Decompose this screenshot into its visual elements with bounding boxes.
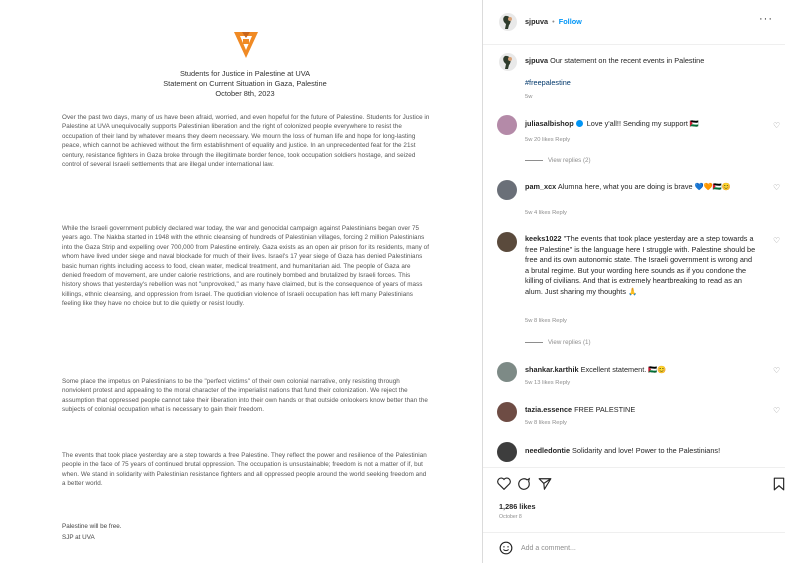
comment-like-icon[interactable]: ♡: [773, 406, 780, 415]
emoji-icon[interactable]: [499, 541, 513, 555]
caption-hashtag[interactable]: #freepalestine: [525, 78, 571, 89]
comment-1: juliasalbishop Love y'all!! Sending my s…: [525, 119, 755, 130]
signoff-line-1: Palestine will be free.: [62, 523, 122, 530]
caption-avatar[interactable]: [499, 53, 517, 71]
comment-username[interactable]: keeks1022: [525, 234, 562, 243]
header-divider: [483, 44, 785, 45]
statement-paragraph-3: Some place the impetus on Palestinians t…: [62, 378, 428, 414]
comment-text: Solidarity and love! Power to the Palest…: [572, 446, 721, 455]
verified-icon: [575, 120, 583, 127]
comment-username[interactable]: shankar.karthik: [525, 365, 579, 374]
avatar[interactable]: [499, 13, 517, 31]
comment-username[interactable]: juliasalbishop: [525, 119, 574, 128]
comment-meta: 5w 13 likes Reply: [525, 380, 571, 386]
comment-4: shankar.karthik Excellent statement. 🇵🇸😊: [525, 365, 755, 376]
signoff-line-2: SJP at UVA: [62, 534, 95, 541]
avatar[interactable]: [497, 442, 517, 462]
comment-6: needledontie Solidarity and love! Power …: [525, 446, 765, 457]
comment-5: tazia.essence FREE PALESTINE: [525, 405, 755, 416]
caption-timestamp: 5w: [525, 94, 533, 100]
post-image: Students for Justice in Palestine at UVA…: [0, 0, 482, 563]
comment-username[interactable]: pam_xcx: [525, 182, 556, 191]
caption: sjpuva Our statement on the recent event…: [525, 56, 765, 67]
avatar[interactable]: [497, 115, 517, 135]
comment-text: Excellent statement. 🇵🇸😊: [580, 365, 667, 374]
statement-date: October 8th, 2023: [215, 89, 275, 98]
logo-icon: [234, 32, 258, 58]
statement-title-line-1: Students for Justice in Palestine at UVA: [179, 69, 311, 78]
likes-count[interactable]: 1,286 likes: [499, 502, 536, 511]
comment-divider: [483, 532, 785, 533]
comment-meta: 5w 8 likes Reply: [525, 318, 567, 324]
post-username[interactable]: sjpuva: [525, 17, 548, 26]
avatar[interactable]: [497, 362, 517, 382]
comment-like-icon[interactable]: ♡: [773, 366, 780, 375]
statement-paragraph-1: Over the past two days, many of us have …: [62, 114, 430, 169]
comment-meta: 5w 20 likes Reply: [525, 137, 571, 143]
comment-3: keeks1022 "The events that took place ye…: [525, 234, 757, 297]
follow-button[interactable]: Follow: [559, 17, 582, 26]
statement-paragraph-2: While the Israeli government publicly de…: [62, 225, 429, 308]
save-icon[interactable]: [773, 477, 785, 491]
comment-like-icon[interactable]: ♡: [773, 236, 780, 245]
statement-title-line-2: Statement on Current Situation in Gaza, …: [163, 79, 327, 88]
comment-meta: 5w 4 likes Reply: [525, 210, 567, 216]
view-replies-button[interactable]: View replies (2): [525, 157, 591, 164]
avatar[interactable]: [497, 232, 517, 252]
view-replies-button[interactable]: View replies (1): [525, 339, 591, 346]
comment-text: FREE PALESTINE: [574, 405, 636, 414]
comment-icon[interactable]: [517, 477, 531, 491]
comment-text: "The events that took place yesterday ar…: [525, 234, 756, 296]
heart-icon[interactable]: [497, 477, 511, 490]
post-header: sjpuva • Follow: [525, 17, 582, 28]
follow-separator: •: [552, 17, 555, 26]
comment-text: Love y'all!! Sending my support 🇵🇸: [586, 119, 700, 128]
comment-username[interactable]: tazia.essence: [525, 405, 572, 414]
comment-meta: 5w 8 likes Reply: [525, 420, 567, 426]
share-icon[interactable]: [538, 477, 552, 491]
comment-like-icon[interactable]: ♡: [773, 183, 780, 192]
action-divider: [483, 467, 785, 468]
comment-text: Alumna here, what you are doing is brave…: [557, 182, 731, 191]
statement-paragraph-4: The events that took place yesterday are…: [62, 452, 427, 488]
comment-like-icon[interactable]: ♡: [773, 121, 780, 130]
comment-username[interactable]: needledontie: [525, 446, 570, 455]
avatar[interactable]: [497, 180, 517, 200]
post-date: October 8: [499, 514, 522, 520]
caption-text: Our statement on the recent events in Pa…: [550, 56, 705, 65]
caption-username[interactable]: sjpuva: [525, 56, 548, 65]
comment-2: pam_xcx Alumna here, what you are doing …: [525, 182, 755, 193]
avatar[interactable]: [497, 402, 517, 422]
more-options-button[interactable]: ···: [759, 14, 773, 25]
comments-panel: sjpuva • Follow ··· sjpuva Our statement…: [483, 0, 785, 563]
add-comment-input[interactable]: Add a comment...: [521, 545, 576, 552]
